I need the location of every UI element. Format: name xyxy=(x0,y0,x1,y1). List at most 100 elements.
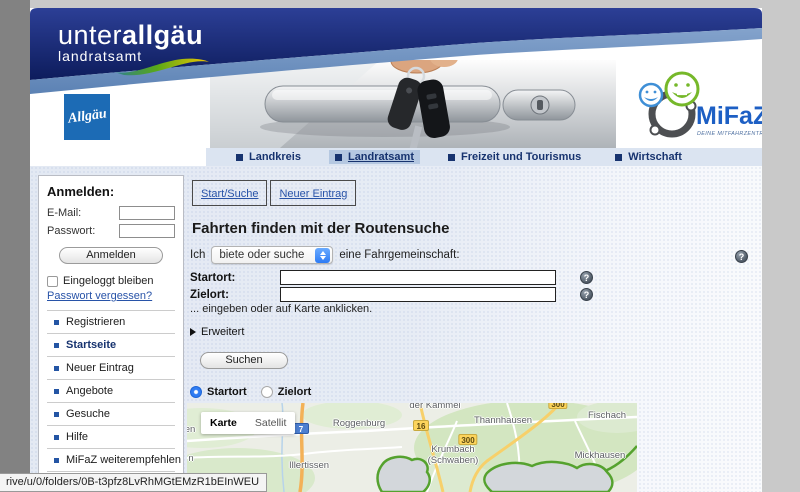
email-label: E-Mail: xyxy=(47,207,81,219)
sidebar-item-hilfe[interactable]: Hilfe xyxy=(47,425,175,448)
help-icon-top[interactable]: ? xyxy=(735,250,748,263)
map-place-label: en xyxy=(187,425,195,436)
square-bullet-icon xyxy=(54,389,59,394)
radio-unselected-icon xyxy=(261,386,273,398)
allgaeu-logo-label: Allgäu xyxy=(67,106,108,127)
dest-label: Zielort: xyxy=(190,289,280,301)
nav-item-landratsamt[interactable]: Landratsamt xyxy=(329,150,420,164)
radio-dest-option[interactable]: Zielort xyxy=(261,386,312,398)
dest-row: Zielort: ? xyxy=(190,287,593,302)
radio-start-label: Startort xyxy=(207,386,247,398)
map-type-karte[interactable]: Karte xyxy=(201,412,246,434)
square-bullet-icon xyxy=(54,458,59,463)
square-bullet-icon xyxy=(54,366,59,371)
tab-1[interactable]: Neuer Eintrag xyxy=(270,180,356,206)
square-bullet-icon xyxy=(54,343,59,348)
sidebar-menu: Registrieren Startseite Neuer Eintrag Angeb… xyxy=(47,310,175,492)
map-place-label: Thannhausen xyxy=(474,416,532,427)
browser-status-bar: rive/u/0/folders/0B-t3pfz8LvRhMGtEMzR1bE… xyxy=(0,473,267,492)
help-icon-start[interactable]: ? xyxy=(580,271,593,284)
main-nav: Landkreis Landratsamt Freizeit und Tourism… xyxy=(206,148,762,166)
start-row: Startort: ? xyxy=(190,270,593,285)
radio-start-option[interactable]: Startort xyxy=(190,386,247,398)
sidebar-item-startseite[interactable]: Startseite xyxy=(47,333,175,356)
sidebar-item-label: Startseite xyxy=(66,339,116,351)
map-place-label: der Kammel xyxy=(409,403,460,412)
ride-mode-value: biete oder suche xyxy=(219,249,307,261)
map-mode-radios: Startort Zielort xyxy=(190,386,311,398)
sidebar-item-gesuche[interactable]: Gesuche xyxy=(47,402,175,425)
site-logo-title: unterallgäu xyxy=(58,20,203,51)
sidebar-item-neuer-eintrag[interactable]: Neuer Eintrag xyxy=(47,356,175,379)
advanced-toggle[interactable]: Erweitert xyxy=(190,326,244,338)
triangle-right-icon xyxy=(190,328,196,336)
nav-item-label: Landkreis xyxy=(249,151,301,163)
square-bullet-icon xyxy=(54,435,59,440)
select-stepper-icon xyxy=(315,248,330,263)
password-field[interactable] xyxy=(119,224,175,238)
nav-item-wirtschaft[interactable]: Wirtschaft xyxy=(609,150,688,164)
square-bullet-icon xyxy=(448,154,455,161)
sidebar-item-label: Gesuche xyxy=(66,408,110,420)
svg-text:MiFaZ: MiFaZ xyxy=(696,102,762,130)
start-input[interactable] xyxy=(280,270,556,285)
sidebar-login-panel: Anmelden: E-Mail: Passwort: Anmelden Ein… xyxy=(38,175,184,478)
sidebar-item-label: MiFaZ weiterempfehlen xyxy=(66,454,181,466)
logo-swoosh-icon xyxy=(112,54,212,78)
banner-photo-car-keys xyxy=(210,60,616,148)
tab-label: Start/Suche xyxy=(201,188,258,200)
map-place-label: Fischach xyxy=(588,411,626,422)
map-type-control: KarteSatellit xyxy=(201,412,295,434)
road-badge-route: 300 xyxy=(458,434,477,445)
svg-text:DEINE MITFAHRZENTRALE: DEINE MITFAHRZENTRALE xyxy=(697,131,762,137)
square-bullet-icon xyxy=(615,154,622,161)
nav-item-label: Freizeit und Tourismus xyxy=(461,151,581,163)
dest-input[interactable] xyxy=(280,287,556,302)
tab-label: Neuer Eintrag xyxy=(279,188,347,200)
ride-mode-row: Ich biete oder suche eine Fahrgemeinscha… xyxy=(190,246,460,264)
allgaeu-logo: Allgäu xyxy=(64,94,110,140)
help-icon-dest[interactable]: ? xyxy=(580,288,593,301)
forgot-password-link[interactable]: Passwort vergessen? xyxy=(47,290,175,302)
sidebar-item-label: Hilfe xyxy=(66,431,88,443)
road-badge-route: 16 xyxy=(413,420,429,431)
search-button[interactable]: Suchen xyxy=(200,352,288,369)
radio-selected-icon xyxy=(190,386,202,398)
browser-page: unterallgäu landratsamt Allgäu xyxy=(30,8,762,492)
sidebar-item-label: Registrieren xyxy=(66,316,125,328)
nav-item-landkreis[interactable]: Landkreis xyxy=(230,150,307,164)
map-place-label: n xyxy=(188,454,193,465)
stay-logged-in-checkbox[interactable] xyxy=(47,276,58,287)
page-title: Fahrten finden mit der Routensuche xyxy=(192,220,450,237)
road-badge-motorway: 7 xyxy=(293,423,309,434)
login-title: Anmelden: xyxy=(47,184,175,199)
radio-dest-label: Zielort xyxy=(278,386,312,398)
map-place-label: Krumbach (Schwaben) xyxy=(428,445,479,467)
square-bullet-icon xyxy=(54,320,59,325)
square-bullet-icon xyxy=(335,154,342,161)
start-label: Startort: xyxy=(190,272,280,284)
password-label: Passwort: xyxy=(47,225,95,237)
tab-0[interactable]: Start/Suche xyxy=(192,180,267,206)
nav-item-label: Wirtschaft xyxy=(628,151,682,163)
sidebar-item-angebote[interactable]: Angebote xyxy=(47,379,175,402)
sentence-prefix: Ich xyxy=(190,249,205,261)
login-button[interactable]: Anmelden xyxy=(59,247,163,264)
sidebar-item-mifaz-weiterempfehlen[interactable]: MiFaZ weiterempfehlen xyxy=(47,448,175,471)
square-bullet-icon xyxy=(236,154,243,161)
sidebar-item-label: Neuer Eintrag xyxy=(66,362,134,374)
ride-mode-select[interactable]: biete oder suche xyxy=(211,246,333,264)
email-field[interactable] xyxy=(119,206,175,220)
sidebar-item-registrieren[interactable]: Registrieren xyxy=(47,310,175,333)
nav-item-freizeit-und-tourismus[interactable]: Freizeit und Tourismus xyxy=(442,150,587,164)
mifaz-logo[interactable]: MiFaZ DEINE MITFAHRZENTRALE xyxy=(622,64,762,148)
advanced-label: Erweitert xyxy=(201,326,244,338)
desktop-background-left xyxy=(0,0,30,492)
map-place-label: Mickhausen xyxy=(575,451,626,462)
map-type-satellit[interactable]: Satellit xyxy=(246,412,296,434)
sidebar-item-label: Angebote xyxy=(66,385,113,397)
map-place-label: Roggenburg xyxy=(333,419,385,430)
square-bullet-icon xyxy=(54,412,59,417)
sentence-suffix: eine Fahrgemeinschaft: xyxy=(339,249,459,261)
map-hint: ... eingeben oder auf Karte anklicken. xyxy=(190,303,372,315)
